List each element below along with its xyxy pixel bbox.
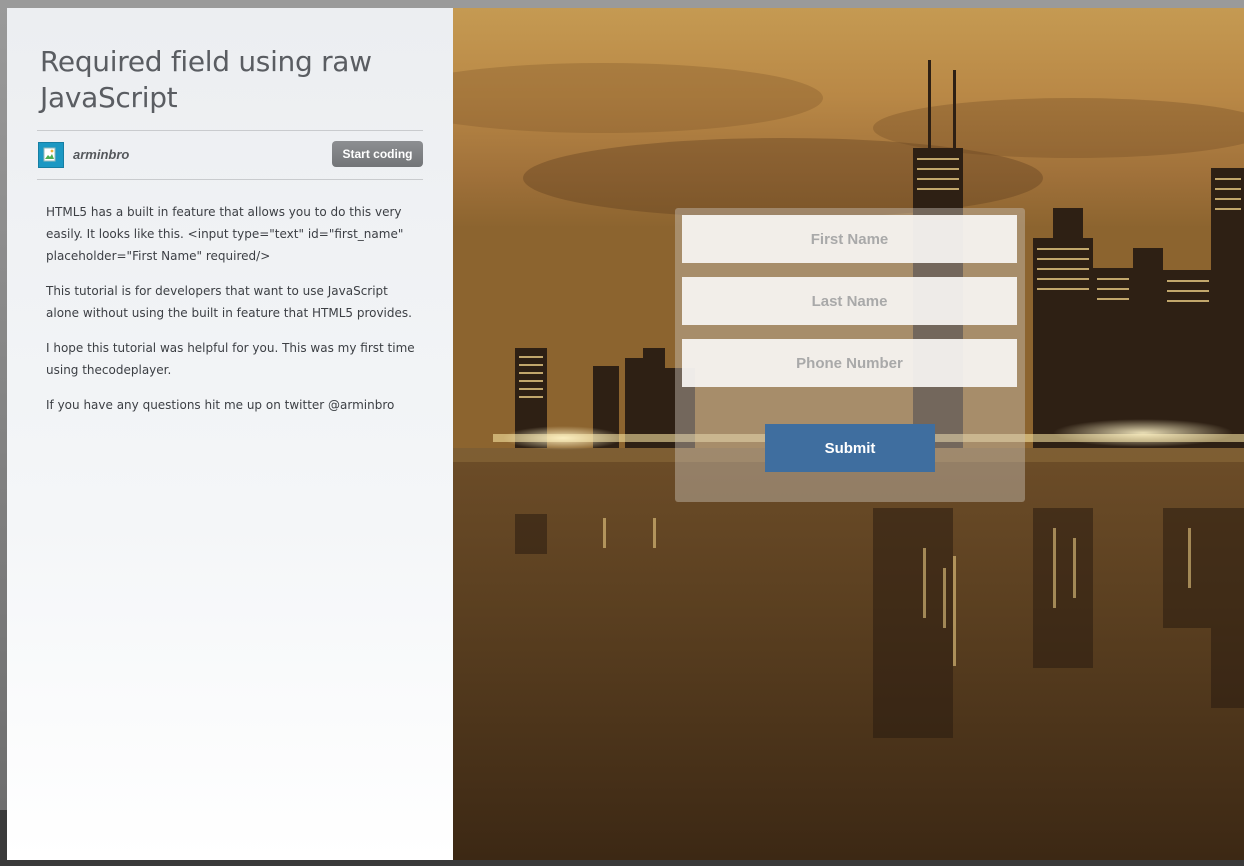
author-name[interactable]: arminbro: [73, 147, 129, 162]
tutorial-title: Required field using raw JavaScript: [40, 45, 372, 114]
description-paragraph: This tutorial is for developers that wan…: [46, 284, 412, 320]
divider-bottom: [37, 179, 423, 180]
start-coding-button[interactable]: Start coding: [332, 141, 423, 167]
description-paragraph: If you have any questions hit me up on t…: [46, 398, 395, 412]
description-paragraph: HTML5 has a built in feature that allows…: [46, 205, 404, 263]
phone-number-input[interactable]: [682, 339, 1017, 387]
divider-top: [37, 130, 423, 131]
submit-button[interactable]: Submit: [765, 424, 935, 472]
signup-form: Submit: [675, 208, 1025, 502]
author-avatar[interactable]: [38, 142, 64, 168]
tutorial-description: HTML5 has a built in feature that allows…: [46, 201, 418, 429]
tutorial-panel: Required field using raw JavaScript armi…: [7, 8, 453, 860]
last-name-input[interactable]: [682, 277, 1017, 325]
description-paragraph: I hope this tutorial was helpful for you…: [46, 341, 415, 377]
first-name-input[interactable]: [682, 215, 1017, 263]
broken-image-icon: [43, 147, 56, 162]
